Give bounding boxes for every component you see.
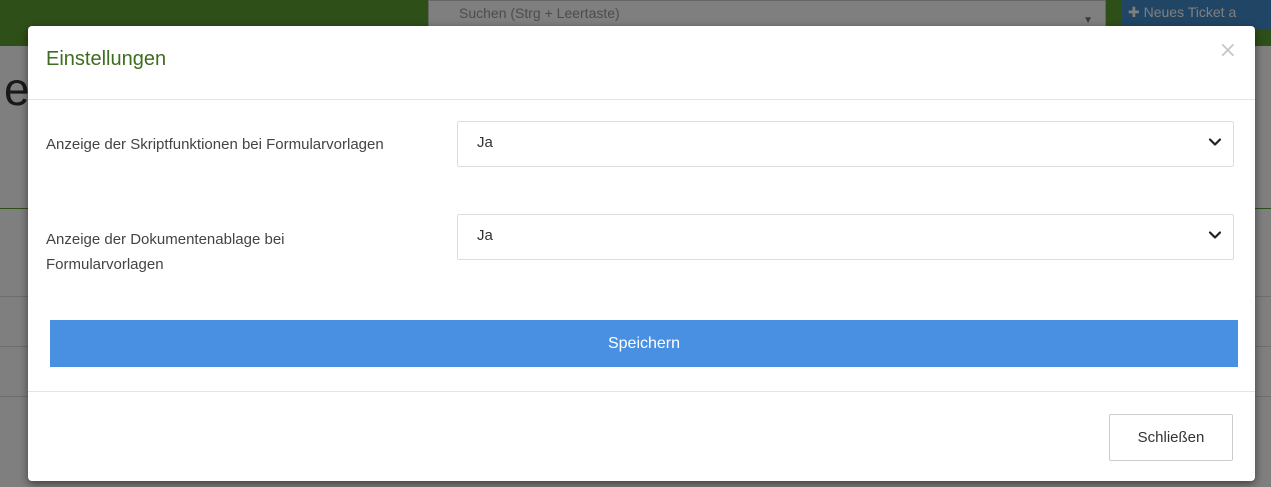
script-functions-select[interactable]: Ja [457, 121, 1234, 167]
document-storage-value: Ja [477, 227, 493, 244]
save-button[interactable]: Speichern [50, 320, 1238, 367]
document-storage-select[interactable]: Ja [457, 214, 1234, 260]
script-functions-label: Anzeige der Skriptfunktionen bei Formula… [46, 136, 384, 153]
modal-title: Einstellungen [46, 48, 167, 70]
modal-header: Einstellungen × [28, 26, 1255, 100]
document-storage-label: Anzeige der Dokumentenablage bei Formula… [46, 231, 285, 273]
close-button[interactable]: Schließen [1109, 414, 1233, 461]
chevron-down-icon [1208, 231, 1222, 239]
settings-modal: Einstellungen × Anzeige der Skriptfunkti… [28, 26, 1255, 481]
chevron-down-icon [1208, 138, 1222, 146]
modal-footer-divider [28, 391, 1255, 392]
close-icon[interactable]: × [1219, 40, 1237, 62]
script-functions-value: Ja [477, 134, 493, 151]
